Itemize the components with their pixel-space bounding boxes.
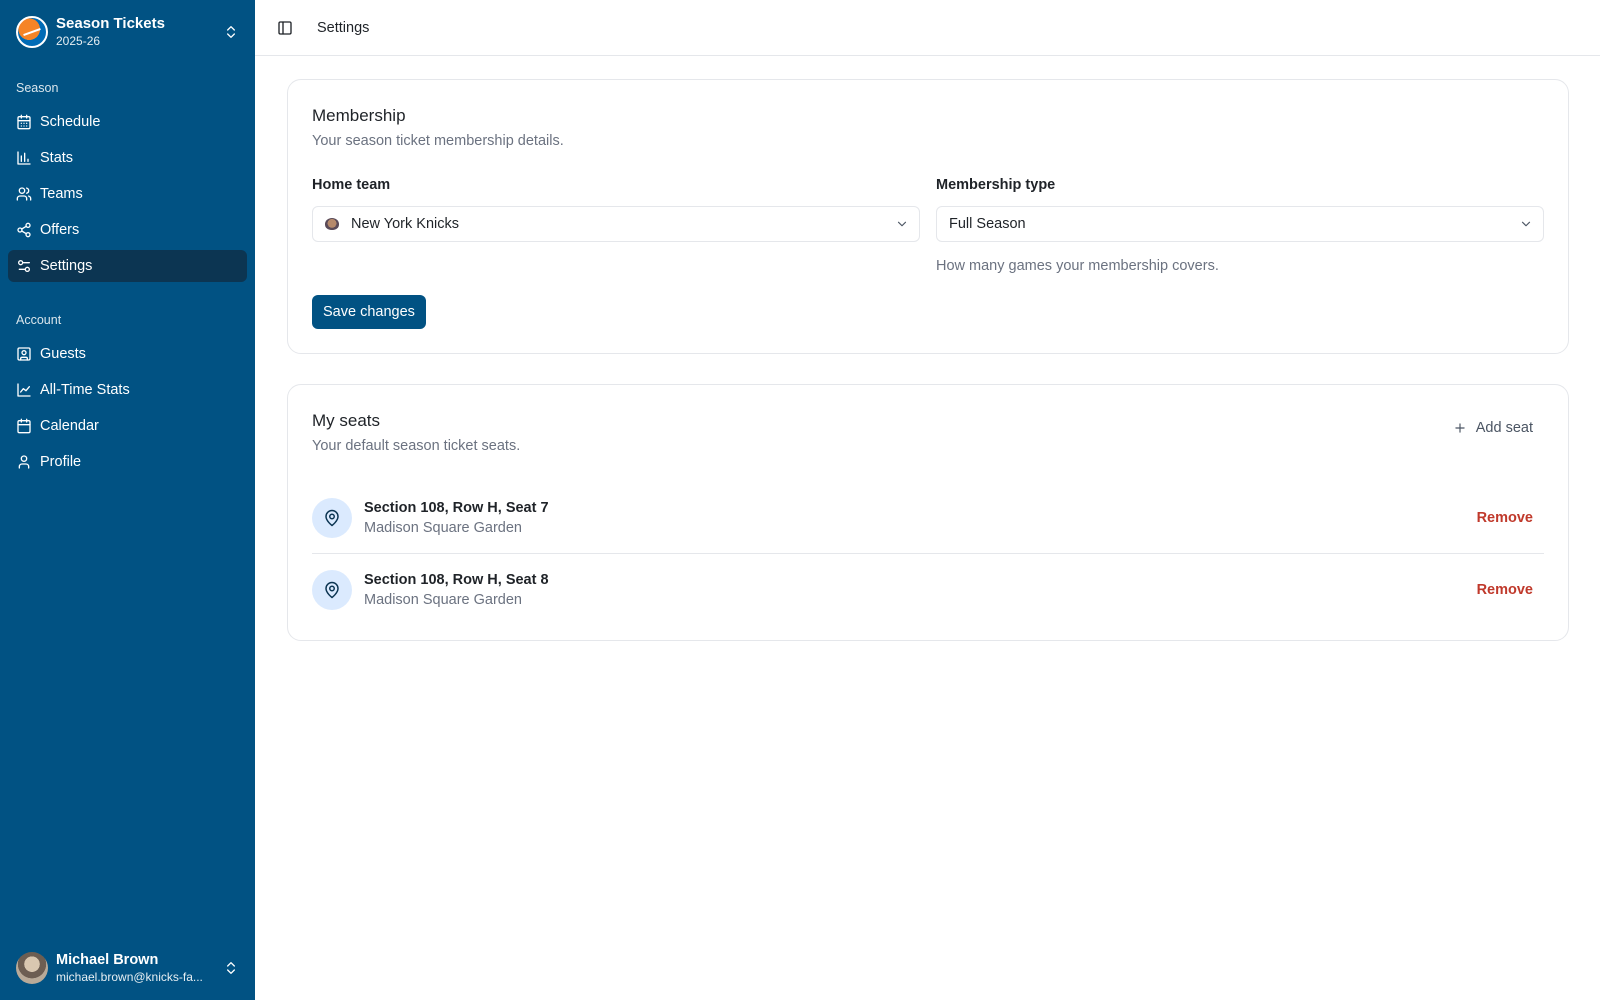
map-pin-icon	[312, 497, 352, 538]
sidebar-item-label: Guests	[40, 346, 86, 362]
contact-icon	[17, 347, 31, 361]
sidebar: Season Tickets 2025-26 Season Schedule S…	[0, 0, 255, 1000]
sidebar-item-label: All-Time Stats	[40, 382, 130, 398]
sidebar-item-all-time-stats[interactable]: All-Time Stats	[8, 374, 247, 406]
sidebar-item-offers[interactable]: Offers	[8, 214, 247, 246]
membership-type-helper: How many games your membership covers.	[936, 258, 1219, 274]
chevron-down-icon	[897, 221, 907, 227]
plus-icon	[1455, 423, 1465, 433]
topbar: Settings	[255, 0, 1600, 56]
brand-title: Season Tickets	[56, 15, 165, 32]
list-item: Section 108, Row H, Seat 7 Madison Squar…	[312, 482, 1544, 554]
sidebar-item-profile[interactable]: Profile	[8, 446, 247, 478]
map-pin-icon	[312, 570, 352, 610]
seat-venue: Madison Square Garden	[364, 592, 522, 608]
home-team-label: Home team	[312, 177, 391, 193]
account-nav: Guests All-Time Stats Calendar Profile	[0, 338, 255, 482]
sidebar-toggle-button[interactable]	[271, 14, 299, 42]
sidebar-item-label: Offers	[40, 222, 80, 238]
brand-subtitle: 2025-26	[56, 34, 101, 48]
page-title: Settings	[317, 19, 370, 36]
sidebar-item-label: Profile	[40, 454, 82, 470]
seats-description: Your default season ticket seats.	[312, 438, 521, 454]
home-team-value: New York Knicks	[351, 216, 459, 232]
sidebar-item-label: Settings	[40, 258, 93, 274]
group-label-account: Account	[16, 313, 62, 327]
seat-title: Section 108, Row H, Seat 8	[364, 572, 549, 588]
sliders-icon	[17, 260, 30, 272]
membership-type-value: Full Season	[949, 216, 1026, 232]
list-item: Section 108, Row H, Seat 8 Madison Squar…	[312, 554, 1544, 626]
team-switcher[interactable]: Season Tickets 2025-26	[0, 0, 255, 64]
seat-list: Section 108, Row H, Seat 7 Madison Squar…	[312, 482, 1544, 626]
settings-content: Membership Your season ticket membership…	[255, 56, 1600, 671]
sidebar-item-stats[interactable]: Stats	[8, 142, 247, 174]
membership-type-label: Membership type	[936, 177, 1056, 193]
sidebar-item-label: Schedule	[40, 114, 101, 130]
seats-title: My seats	[312, 411, 381, 430]
chevrons-up-down-icon	[227, 26, 235, 38]
user-menu[interactable]: Michael Brown michael.brown@knicks-fa...	[0, 936, 255, 1000]
add-seat-label: Add seat	[1475, 420, 1533, 436]
add-seat-button[interactable]: Add seat	[1442, 412, 1544, 444]
group-label-season: Season	[16, 81, 59, 95]
sidebar-item-label: Teams	[40, 186, 83, 202]
sidebar-item-calendar[interactable]: Calendar	[8, 410, 247, 442]
membership-title: Membership	[312, 106, 406, 125]
home-team-select[interactable]: New York Knicks	[312, 206, 920, 242]
chevron-down-icon	[1521, 221, 1531, 227]
panel-left-icon	[278, 20, 292, 35]
home-team-field: Home team New York Knicks	[312, 175, 920, 276]
calendar-icon	[17, 418, 31, 434]
remove-seat-button[interactable]: Remove	[1466, 510, 1544, 526]
sidebar-item-schedule[interactable]: Schedule	[8, 106, 247, 138]
seats-card: My seats Your default season ticket seat…	[287, 384, 1569, 641]
user-name: Michael Brown	[56, 951, 159, 968]
calendar-grid-icon	[17, 114, 31, 130]
sidebar-item-label: Calendar	[40, 418, 99, 434]
season-nav: Schedule Stats Teams Offers Settings	[0, 106, 255, 286]
team-logo-icon	[325, 218, 339, 230]
sidebar-item-guests[interactable]: Guests	[8, 338, 247, 370]
save-changes-button[interactable]: Save changes	[312, 295, 426, 329]
chevrons-up-down-icon	[227, 962, 235, 974]
users-icon	[16, 187, 32, 201]
membership-type-select[interactable]: Full Season	[936, 206, 1544, 242]
knicks-logo-icon	[16, 16, 48, 48]
sidebar-item-label: Stats	[40, 150, 74, 166]
membership-description: Your season ticket membership details.	[312, 133, 564, 149]
sidebar-item-settings[interactable]: Settings	[8, 250, 247, 282]
user-email: michael.brown@knicks-fa...	[56, 969, 203, 984]
membership-card: Membership Your season ticket membership…	[287, 79, 1569, 354]
sidebar-item-teams[interactable]: Teams	[8, 178, 247, 210]
line-chart-icon	[17, 383, 31, 397]
avatar	[16, 952, 48, 984]
membership-type-field: Membership type Full Season How many gam…	[936, 175, 1544, 276]
user-icon	[18, 455, 30, 469]
remove-seat-button[interactable]: Remove	[1466, 582, 1544, 598]
share-icon	[17, 222, 31, 238]
main-area: Settings Membership Your season ticket m…	[255, 0, 1600, 1000]
seat-venue: Madison Square Garden	[364, 519, 522, 536]
seat-title: Section 108, Row H, Seat 7	[364, 499, 549, 516]
bar-chart-icon	[17, 151, 31, 165]
